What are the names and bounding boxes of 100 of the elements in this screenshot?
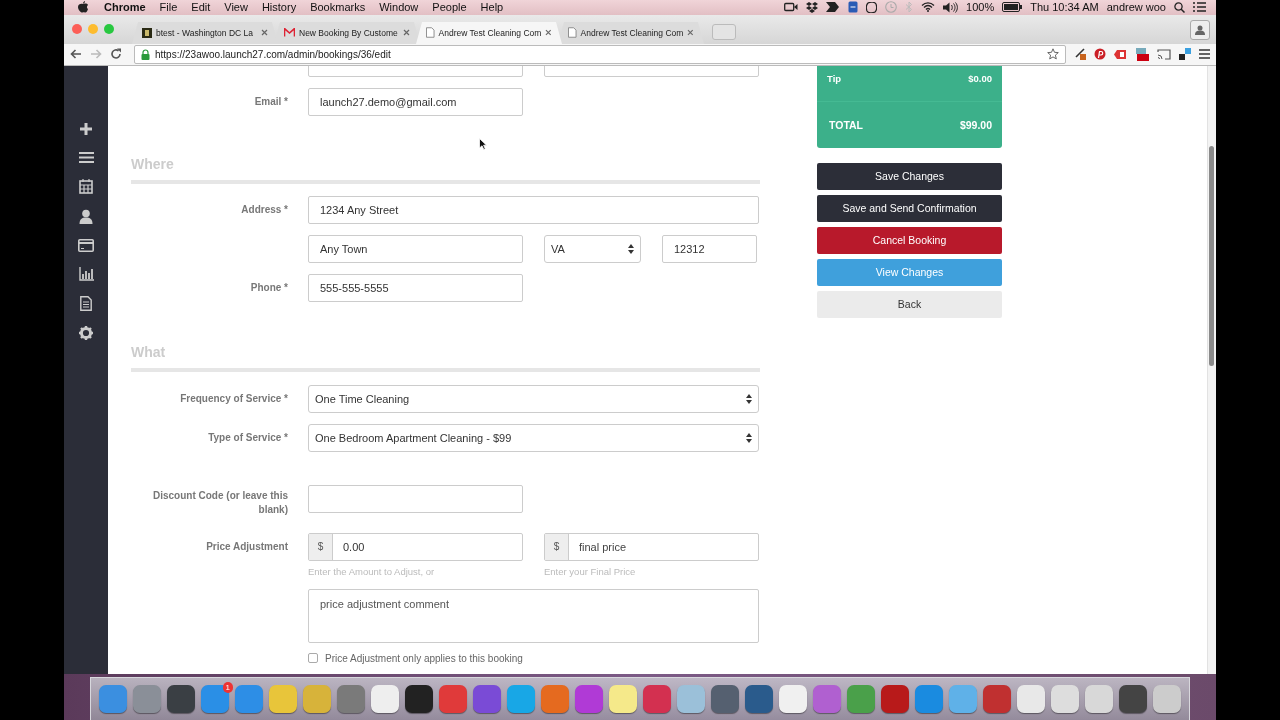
app-menu[interactable]: Chrome [104, 1, 146, 14]
browser-tab[interactable]: btest - Washington DC La [132, 21, 278, 44]
person-icon[interactable] [79, 208, 93, 224]
apple-logo-icon[interactable] [78, 1, 88, 14]
select-arrows-icon [746, 432, 752, 443]
close-icon[interactable] [403, 29, 410, 37]
booking-only-checkbox[interactable]: Price Adjustment only applies to this booking [308, 652, 523, 664]
lock-icon [141, 48, 150, 60]
menu-item[interactable]: Bookmarks [310, 1, 366, 14]
menu-item[interactable]: History [261, 1, 297, 14]
dock-app-icon[interactable] [745, 685, 773, 713]
menu-icon[interactable] [1193, 2, 1206, 13]
close-icon[interactable] [687, 29, 694, 37]
dock-app-icon[interactable] [1119, 685, 1147, 713]
star-icon[interactable] [1047, 48, 1059, 61]
action-button[interactable]: Back [817, 290, 1002, 318]
gear-icon[interactable] [79, 325, 93, 340]
battery-icon[interactable] [1002, 2, 1023, 13]
mouse-pointer-icon [479, 137, 487, 150]
page-icon [426, 27, 435, 39]
field-label: Email * [253, 94, 288, 109]
pinterest-icon[interactable] [1094, 48, 1106, 61]
summary-value: $99.00 [959, 118, 992, 131]
amount-field[interactable]: 0.00 [333, 533, 522, 560]
credit-card-icon[interactable] [78, 238, 94, 252]
currency-label: $ [545, 533, 569, 560]
close-icon[interactable] [545, 29, 552, 37]
menu-item[interactable]: Window [379, 1, 419, 14]
squares-icon[interactable] [1179, 48, 1191, 61]
user-name[interactable]: andrew woo [1106, 1, 1166, 14]
email-field[interactable]: launch27.demo@gmail.com [308, 87, 523, 116]
service-type-select[interactable]: One Bedroom Apartment Cleaning - $99 [308, 423, 759, 452]
bluetooth-icon[interactable] [905, 1, 914, 14]
menu-icon[interactable] [1199, 49, 1210, 60]
amount-input-group[interactable]: $ 0.00 [308, 532, 523, 561]
reload-icon[interactable] [110, 48, 122, 61]
cast-icon[interactable] [1157, 48, 1171, 60]
back-arrow-icon[interactable] [70, 49, 82, 60]
menu-item[interactable]: File [159, 1, 178, 14]
new-tab-button[interactable] [712, 23, 736, 40]
field-label: Type of Service * [207, 430, 288, 445]
dropbox-icon[interactable] [806, 2, 819, 13]
dock-app-icon[interactable] [371, 685, 399, 713]
menu-item[interactable]: Edit [191, 1, 211, 14]
zip-field[interactable]: 12312 [662, 234, 757, 263]
help-text: Enter your Final Price [544, 564, 637, 579]
summary-label: Tip [827, 72, 842, 84]
final-price-input-group[interactable]: $ final price [544, 532, 759, 561]
mail-icon [284, 28, 295, 38]
wifi-icon[interactable] [921, 2, 936, 13]
tag-icon[interactable] [1114, 48, 1127, 60]
bar-chart-icon[interactable] [78, 266, 94, 281]
arrow-icon[interactable] [826, 2, 841, 13]
close-window-button[interactable] [72, 24, 82, 35]
dock-app-icon[interactable] [167, 685, 195, 713]
action-button[interactable]: Cancel Booking [817, 226, 1002, 254]
street-field[interactable]: 1234 Any Street [308, 195, 759, 224]
clock-text[interactable]: Thu 10:34 AM [1030, 1, 1099, 14]
volume-icon[interactable] [943, 2, 959, 13]
menu-item[interactable]: Help [480, 1, 504, 14]
list-icon[interactable] [78, 150, 94, 164]
forward-arrow-icon[interactable] [90, 49, 102, 60]
video-camera-icon[interactable] [784, 2, 799, 13]
browser-tab[interactable]: Andrew Test Cleaning Com [558, 21, 704, 44]
profile-button[interactable] [1190, 20, 1210, 40]
dock-app-icon[interactable] [881, 685, 909, 713]
final-price-field[interactable]: final price [569, 533, 758, 560]
zoom-window-button[interactable] [104, 24, 114, 35]
address-bar[interactable]: https://23awoo.launch27.com/admin/bookings/36/edit [134, 44, 1066, 64]
state-select[interactable]: VA [544, 234, 641, 263]
dock-app-icon[interactable] [779, 685, 807, 713]
clock-icon[interactable] [885, 1, 898, 14]
scrollbar-thumb[interactable] [1209, 145, 1214, 366]
frequency-select[interactable]: One Time Cleaning [308, 384, 759, 413]
menu-item[interactable]: People [432, 1, 467, 14]
search-icon[interactable] [1174, 2, 1185, 13]
phone-field[interactable]: 555-555-5555 [308, 273, 523, 302]
discount-code-field[interactable] [308, 484, 523, 513]
close-icon[interactable] [261, 29, 268, 37]
summary-value: $0.00 [968, 72, 992, 84]
calendar-icon[interactable] [79, 178, 93, 194]
eyedropper-icon[interactable] [1074, 48, 1086, 61]
plus-icon[interactable] [79, 121, 93, 136]
page-icon [568, 27, 577, 39]
field-label: Price Adjustment [205, 539, 288, 554]
city-field[interactable]: Any Town [308, 234, 523, 263]
field-label: Address * [240, 202, 288, 217]
dock-app-icon[interactable] [1017, 685, 1045, 713]
select-arrows-icon [628, 243, 634, 254]
field-label: Discount Code (or leave this blank) [151, 488, 288, 517]
notification-badge: 1 [222, 682, 233, 693]
dock-app-icon[interactable] [405, 685, 433, 713]
menu-item[interactable]: View [224, 1, 248, 14]
action-button[interactable]: Save Changes [817, 162, 1002, 190]
comment-field[interactable]: price adjustment comment [308, 588, 759, 643]
browser-tab[interactable]: Andrew Test Cleaning Com [416, 21, 562, 44]
summary-label: TOTAL [829, 118, 864, 131]
document-icon[interactable] [80, 295, 92, 311]
action-button[interactable]: Save and Send Confirmation [817, 194, 1002, 222]
site-favicon-icon [142, 27, 152, 38]
